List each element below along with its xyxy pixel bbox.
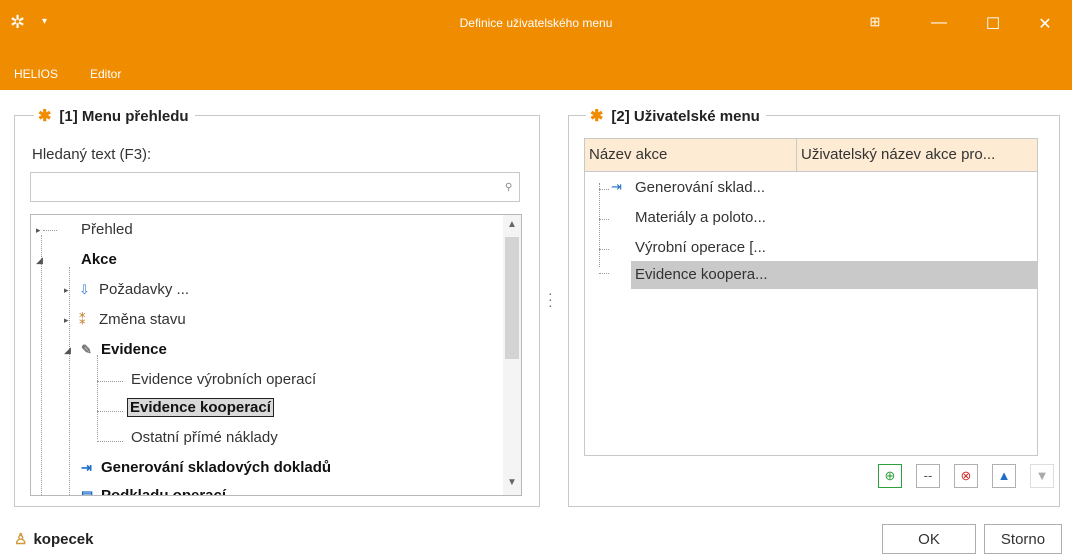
expand-icon[interactable]: ▸ [64, 285, 69, 296]
requests-icon: ⇩ [79, 282, 90, 297]
tree-item[interactable]: Ostatní přímé náklady [131, 429, 278, 446]
scroll-thumb[interactable] [505, 237, 519, 359]
separator-button[interactable]: -- [916, 464, 940, 488]
window-title: Definice uživatelského menu [459, 16, 613, 30]
tree-item[interactable]: ⁑ Změna stavu [79, 311, 186, 328]
move-up-button[interactable]: ▲ [992, 464, 1016, 488]
user-menu-title: ✱ [2] Uživatelské menu [586, 106, 766, 126]
tree-item[interactable]: ▤ Podkladu operací ... [81, 487, 243, 496]
tree-item[interactable]: ✎ Evidence [81, 341, 167, 358]
tree-item[interactable]: Evidence výrobních operací [131, 371, 316, 388]
collapse-icon[interactable]: ◢ [64, 345, 71, 356]
expand-icon[interactable]: ▸ [64, 315, 69, 326]
menu-helios[interactable]: HELIOS [14, 67, 58, 81]
user-menu-grid[interactable]: Název akce Uživatelský název akce pro...… [584, 138, 1038, 456]
close-button[interactable]: ✕ [1030, 14, 1060, 34]
ok-button[interactable]: OK [882, 524, 976, 554]
user-icon: ♙ [14, 531, 28, 548]
maximize-button[interactable]: ☐ [978, 14, 1008, 34]
delete-button[interactable]: ⊗ [954, 464, 978, 488]
search-icon[interactable]: ⚲ [505, 182, 512, 193]
minimize-button[interactable]: — [924, 14, 954, 32]
list-icon: ▤ [81, 488, 94, 496]
scroll-down-icon[interactable]: ▼ [503, 477, 521, 488]
collapse-icon[interactable]: ◢ [36, 255, 43, 266]
column-header-action-name[interactable]: Název akce [585, 139, 797, 171]
restore-layout-icon[interactable]: ⊞ [860, 14, 890, 30]
menu-bar: HELIOS Editor [0, 58, 1072, 90]
title-bar: ✲ ▾ Definice uživatelského menu ⊞ — ☐ ✕ [0, 0, 1072, 58]
column-header-user-name[interactable]: Uživatelský název akce pro... [797, 139, 1037, 171]
grid-row-selected[interactable]: Evidence koopera... [631, 261, 1037, 289]
scroll-up-icon[interactable]: ▲ [503, 219, 521, 230]
search-label: Hledaný text (F3): [32, 146, 152, 163]
menu-tree[interactable]: ▸ Přehled ◢ Akce ▸ ⇩ Požadavky ... ▸ ⁑ Změ… [30, 214, 522, 496]
tree-item[interactable]: ⇩ Požadavky ... [79, 281, 189, 298]
document-arrow-icon: ⇥ [611, 179, 622, 194]
expand-icon[interactable]: ▸ [36, 225, 41, 236]
add-button[interactable]: ⊕ [878, 464, 902, 488]
grid-row[interactable]: Materiály a poloto... [635, 209, 766, 226]
grid-row[interactable]: Výrobní operace [... [635, 239, 766, 256]
menu-editor[interactable]: Editor [90, 67, 121, 81]
menu-overview-title: ✱ [1] Menu přehledu [34, 106, 195, 126]
search-input[interactable] [30, 172, 520, 202]
state-change-icon: ⁑ [79, 312, 86, 327]
move-down-button[interactable]: ▼ [1030, 464, 1054, 488]
document-arrow-icon: ⇥ [81, 460, 92, 475]
current-user: ♙ kopecek [14, 531, 94, 548]
cancel-button[interactable]: Storno [984, 524, 1062, 554]
tree-item[interactable]: Přehled [81, 221, 133, 238]
tree-item-selected[interactable]: Evidence kooperací [127, 398, 274, 417]
vertical-scrollbar[interactable]: ▲ ▼ [503, 215, 521, 495]
grid-row[interactable]: Generování sklad... [635, 179, 765, 196]
tree-item[interactable]: ⇥ Generování skladových dokladů [81, 459, 331, 476]
star-icon: ✱ [38, 108, 52, 125]
edit-icon: ✎ [81, 342, 92, 357]
star-icon: ✱ [590, 108, 604, 125]
splitter-handle[interactable]: · · · [548, 286, 553, 312]
tree-item[interactable]: Akce [81, 251, 117, 268]
grid-header: Název akce Uživatelský název akce pro... [585, 139, 1037, 172]
